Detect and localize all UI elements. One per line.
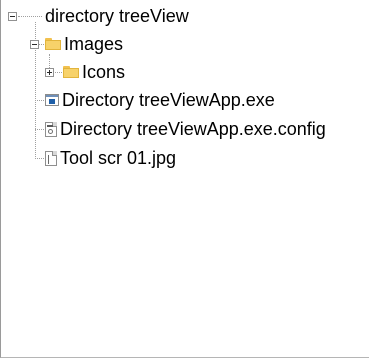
tree-node-app-config[interactable]: Directory treeViewApp.exe.config bbox=[45, 118, 326, 140]
image-file-icon bbox=[45, 150, 57, 166]
tree-line bbox=[35, 158, 44, 159]
tree-node-label: Icons bbox=[82, 62, 126, 82]
folder-icon bbox=[63, 66, 79, 78]
tree-node-root[interactable]: directory treeView bbox=[45, 5, 189, 27]
tree-node-label: Tool scr 01.jpg bbox=[60, 148, 177, 168]
root-collapse-toggle[interactable] bbox=[8, 12, 17, 21]
tree-node-label: Directory treeViewApp.exe bbox=[62, 90, 275, 110]
tree-node-icons[interactable]: Icons bbox=[63, 61, 125, 83]
folder-icon bbox=[45, 38, 61, 50]
tree-node-label: directory treeView bbox=[45, 6, 189, 26]
directory-tree-view[interactable]: directory treeView Images Icons Director… bbox=[0, 0, 369, 358]
images-collapse-toggle[interactable] bbox=[30, 40, 39, 49]
tree-node-app-exe[interactable]: Directory treeViewApp.exe bbox=[45, 89, 275, 111]
tree-node-label: Directory treeViewApp.exe.config bbox=[60, 119, 326, 139]
exe-file-icon bbox=[45, 94, 59, 106]
tree-line bbox=[18, 16, 42, 17]
icons-expand-toggle[interactable] bbox=[45, 68, 54, 77]
tree-node-images[interactable]: Images bbox=[45, 33, 123, 55]
tree-node-image-file[interactable]: Tool scr 01.jpg bbox=[45, 147, 176, 169]
config-file-icon bbox=[45, 121, 57, 137]
tree-line bbox=[53, 72, 62, 73]
tree-node-label: Images bbox=[64, 34, 124, 54]
tree-line bbox=[39, 44, 44, 45]
tree-line bbox=[35, 100, 44, 101]
tree-line bbox=[35, 129, 44, 130]
